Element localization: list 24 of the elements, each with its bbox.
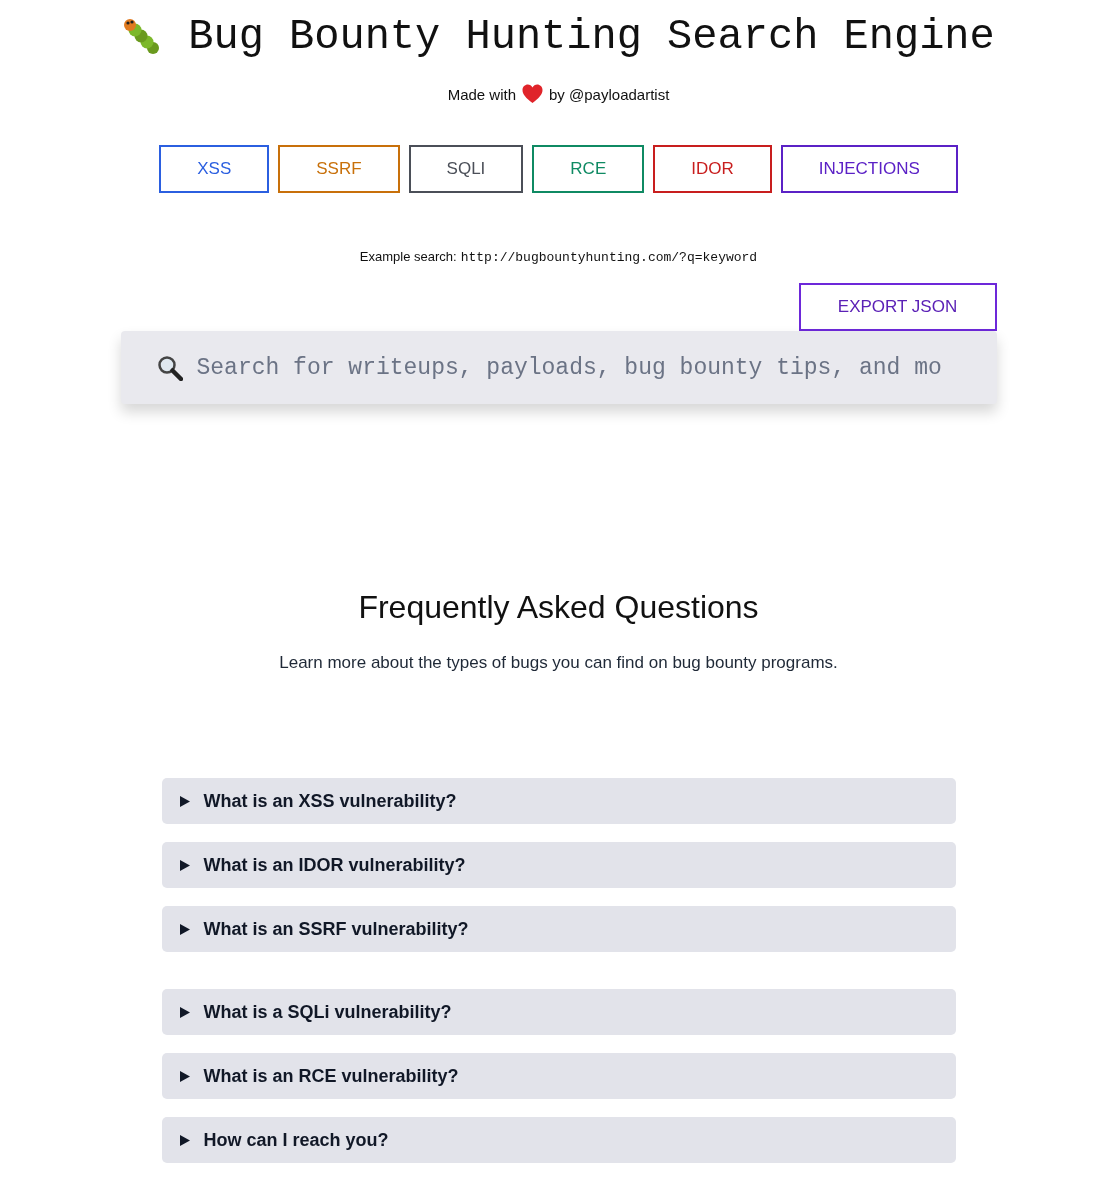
faq-question[interactable]: How can I reach you?: [161, 1117, 956, 1163]
faq-question[interactable]: What is an IDOR vulnerability?: [161, 842, 956, 888]
export-json-button[interactable]: EXPORT JSON: [798, 283, 997, 331]
page-title: Bug Bounty Hunting Search Engine: [188, 12, 995, 62]
category-button[interactable]: SQLI: [408, 145, 524, 193]
credit-author: by @payloadartist: [549, 85, 670, 103]
example-url: http://bugbountyhunting.com/?q=keyword: [460, 250, 758, 265]
category-button[interactable]: IDOR: [653, 145, 772, 193]
example-label: Example search:: [359, 249, 457, 264]
category-button[interactable]: INJECTIONS: [780, 145, 958, 193]
search-icon: [156, 354, 183, 381]
faq-subtitle: Learn more about the types of bugs you can find on bug bounty programs.: [279, 652, 838, 674]
faq-question[interactable]: What is an SSRF vulnerability?: [161, 906, 956, 952]
faq-heading: Frequently Asked Questions: [358, 588, 759, 627]
search-bar[interactable]: Search for writeups, payloads, bug bounty tips, and mo: [120, 331, 997, 404]
heart-icon: [522, 84, 544, 104]
category-button[interactable]: XSS: [159, 145, 270, 193]
faq-question[interactable]: What is an XSS vulnerability?: [161, 778, 956, 824]
faq-question[interactable]: What is a SQLi vulnerability?: [161, 989, 956, 1035]
category-button[interactable]: RCE: [532, 145, 645, 193]
search-input[interactable]: Search for writeups, payloads, bug bounty tips, and mo: [196, 354, 967, 381]
category-button[interactable]: SSRF: [278, 145, 400, 193]
credit-text: Made with: [447, 85, 517, 103]
faq-question[interactable]: What is an RCE vulnerability?: [161, 1053, 956, 1099]
